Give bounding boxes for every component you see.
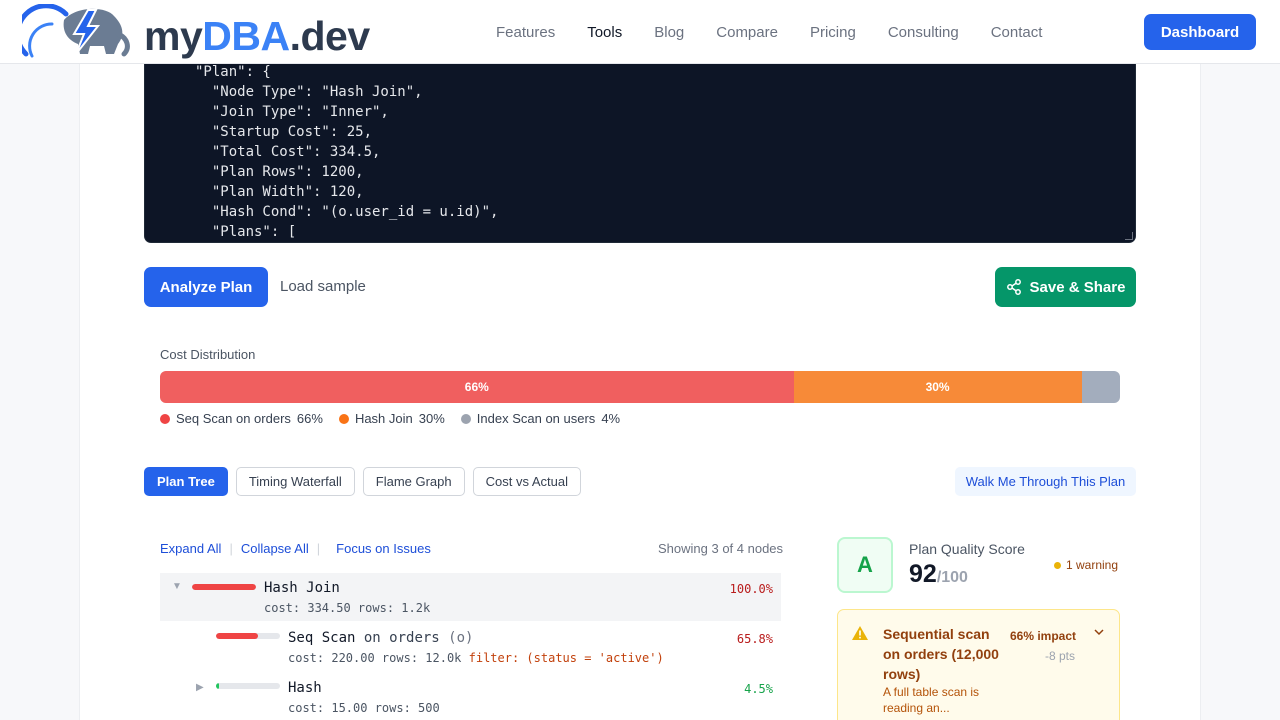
tab-plan-tree[interactable]: Plan Tree <box>144 467 228 496</box>
node-cost-percent: 65.8% <box>736 632 773 646</box>
load-sample-link[interactable]: Load sample <box>280 278 366 295</box>
toolbar-divider: | <box>229 541 233 556</box>
logo-dba: DBA <box>202 13 290 59</box>
legend-percent: 30% <box>418 411 445 426</box>
tree-toolbar: Expand All | Collapse All | Focus on Iss… <box>160 541 431 556</box>
logo-my: my <box>144 13 203 59</box>
logo-dev: .dev <box>289 13 371 59</box>
issue-description: A full table scan is reading an... <box>883 685 980 715</box>
legend-item: Seq Scan on orders 66% <box>160 411 323 426</box>
node-meta: cost: 15.00 rows: 500 <box>288 701 440 715</box>
chevron-down-icon[interactable] <box>1093 626 1105 638</box>
node-cost-percent: 4.5% <box>744 682 773 696</box>
caret-right-icon[interactable]: ▶ <box>196 682 204 693</box>
issue-card[interactable]: Sequential scan on orders (12,000 rows) … <box>837 609 1120 720</box>
plan-analyzer-card: "Plan": { "Node Type": "Hash Join", "Joi… <box>80 0 1200 720</box>
node-alias: (o) <box>448 630 474 646</box>
tree-node-hash-join[interactable]: ▼ Hash Join cost: 334.50 rows: 1.2k 100.… <box>160 573 781 621</box>
node-cost-percent: 100.0% <box>729 582 773 596</box>
legend-dot-icon <box>160 413 170 424</box>
view-tabs: Plan Tree Timing Waterfall Flame Graph C… <box>144 467 582 496</box>
warning-count-label: 1 warning <box>1066 558 1119 572</box>
legend-percent: 66% <box>296 411 323 426</box>
plan-json-code[interactable]: "Plan": { "Node Type": "Hash Join", "Joi… <box>195 62 498 242</box>
node-cost-fill <box>216 633 259 639</box>
analyze-plan-button[interactable]: Analyze Plan <box>144 267 268 307</box>
nav-link-tools[interactable]: Tools <box>587 24 622 41</box>
focus-issues-link[interactable]: Focus on Issues <box>336 541 431 556</box>
share-icon <box>1006 279 1021 295</box>
issue-score-penalty: -8 pts <box>1045 649 1076 663</box>
logo-wordmark: myDBA.dev <box>144 8 370 64</box>
node-meta-row: cost: 220.00 rows: 12.0k filter: (status… <box>288 651 664 665</box>
nav-link-consulting[interactable]: Consulting <box>888 24 959 41</box>
legend-item: Index Scan on users 4% <box>460 411 621 426</box>
node-cost-fill <box>192 584 256 590</box>
warning-count-badge[interactable]: 1 warning <box>1054 558 1118 572</box>
walk-through-plan-button[interactable]: Walk Me Through This Plan <box>955 467 1136 496</box>
collapse-all-link[interactable]: Collapse All <box>241 541 309 556</box>
nav-link-pricing[interactable]: Pricing <box>810 24 856 41</box>
nav-link-compare[interactable]: Compare <box>716 24 778 41</box>
node-cost-bar <box>192 584 256 590</box>
node-name: Hash <box>288 680 322 696</box>
issue-title: Sequential scan on orders (12,000 rows) <box>883 626 999 682</box>
legend-item: Hash Join 30% <box>338 411 445 426</box>
score-max: /100 <box>936 569 968 586</box>
cost-distribution-legend: Seq Scan on orders 66% Hash Join 30% Index S… <box>160 411 636 426</box>
cost-segment-2[interactable] <box>1081 371 1120 403</box>
save-share-label: Save & Share <box>1029 278 1126 296</box>
node-cost-fill <box>216 683 219 689</box>
nav-link-blog[interactable]: Blog <box>654 24 684 41</box>
tree-node-hash[interactable]: ▶ Hash cost: 15.00 rows: 500 4.5% <box>160 673 781 720</box>
node-cost-bar <box>216 683 280 689</box>
warning-triangle-icon <box>852 626 868 640</box>
plan-quality-title: Plan Quality Score <box>909 541 1025 557</box>
legend-label: Seq Scan on orders <box>176 411 291 426</box>
node-filter: filter: (status = 'active') <box>468 651 664 665</box>
legend-label: Hash Join <box>354 411 413 426</box>
nav-link-features[interactable]: Features <box>496 24 555 41</box>
node-name: Seq Scan on orders (o) <box>288 630 473 646</box>
resize-handle-icon[interactable] <box>1125 232 1133 240</box>
issue-impact: 66% impact <box>1010 629 1077 643</box>
logo[interactable]: myDBA.dev <box>22 4 370 60</box>
legend-dot-icon <box>460 413 471 424</box>
cost-distribution-title: Cost Distribution <box>160 347 256 362</box>
legend-dot-icon <box>338 413 349 424</box>
cost-segment-1[interactable]: 30% <box>793 371 1082 403</box>
caret-down-icon[interactable]: ▼ <box>172 581 182 592</box>
tab-flame-graph[interactable]: Flame Graph <box>362 467 465 496</box>
node-meta: cost: 220.00 rows: 12.0k <box>288 651 462 665</box>
nav-links: Features Tools Blog Compare Pricing Cons… <box>496 0 1074 64</box>
dashboard-button[interactable]: Dashboard <box>1144 14 1256 50</box>
elephant-lightning-logo-icon <box>22 4 130 58</box>
save-share-button[interactable]: Save & Share <box>995 267 1136 307</box>
top-navigation: myDBA.dev Features Tools Blog Compare Pr… <box>0 0 1280 64</box>
cost-segment-0[interactable]: 66% <box>160 371 794 403</box>
plan-quality-score: 92/100 <box>909 560 968 589</box>
node-relation: on orders <box>363 630 440 646</box>
legend-percent: 4% <box>601 411 621 426</box>
legend-label: Index Scan on users <box>476 411 596 426</box>
node-count-label: Showing 3 of 4 nodes <box>658 541 784 556</box>
tree-node-seq-scan[interactable]: Seq Scan on orders (o) cost: 220.00 rows… <box>160 623 781 671</box>
nav-link-contact[interactable]: Contact <box>991 24 1043 41</box>
tab-cost-vs-actual[interactable]: Cost vs Actual <box>472 467 582 496</box>
node-name: Hash Join <box>264 580 340 596</box>
score-value: 92 <box>909 560 937 588</box>
toolbar-divider: | <box>316 541 321 556</box>
tab-timing-waterfall[interactable]: Timing Waterfall <box>235 467 355 496</box>
cost-distribution-bar: 66% 30% <box>160 371 1120 403</box>
node-cost-bar <box>216 633 280 639</box>
warning-dot-icon <box>1054 561 1061 569</box>
plan-grade-badge: A <box>837 537 893 593</box>
expand-all-link[interactable]: Expand All <box>160 541 221 556</box>
node-meta: cost: 334.50 rows: 1.2k <box>264 601 431 615</box>
node-type: Seq Scan <box>288 630 356 646</box>
